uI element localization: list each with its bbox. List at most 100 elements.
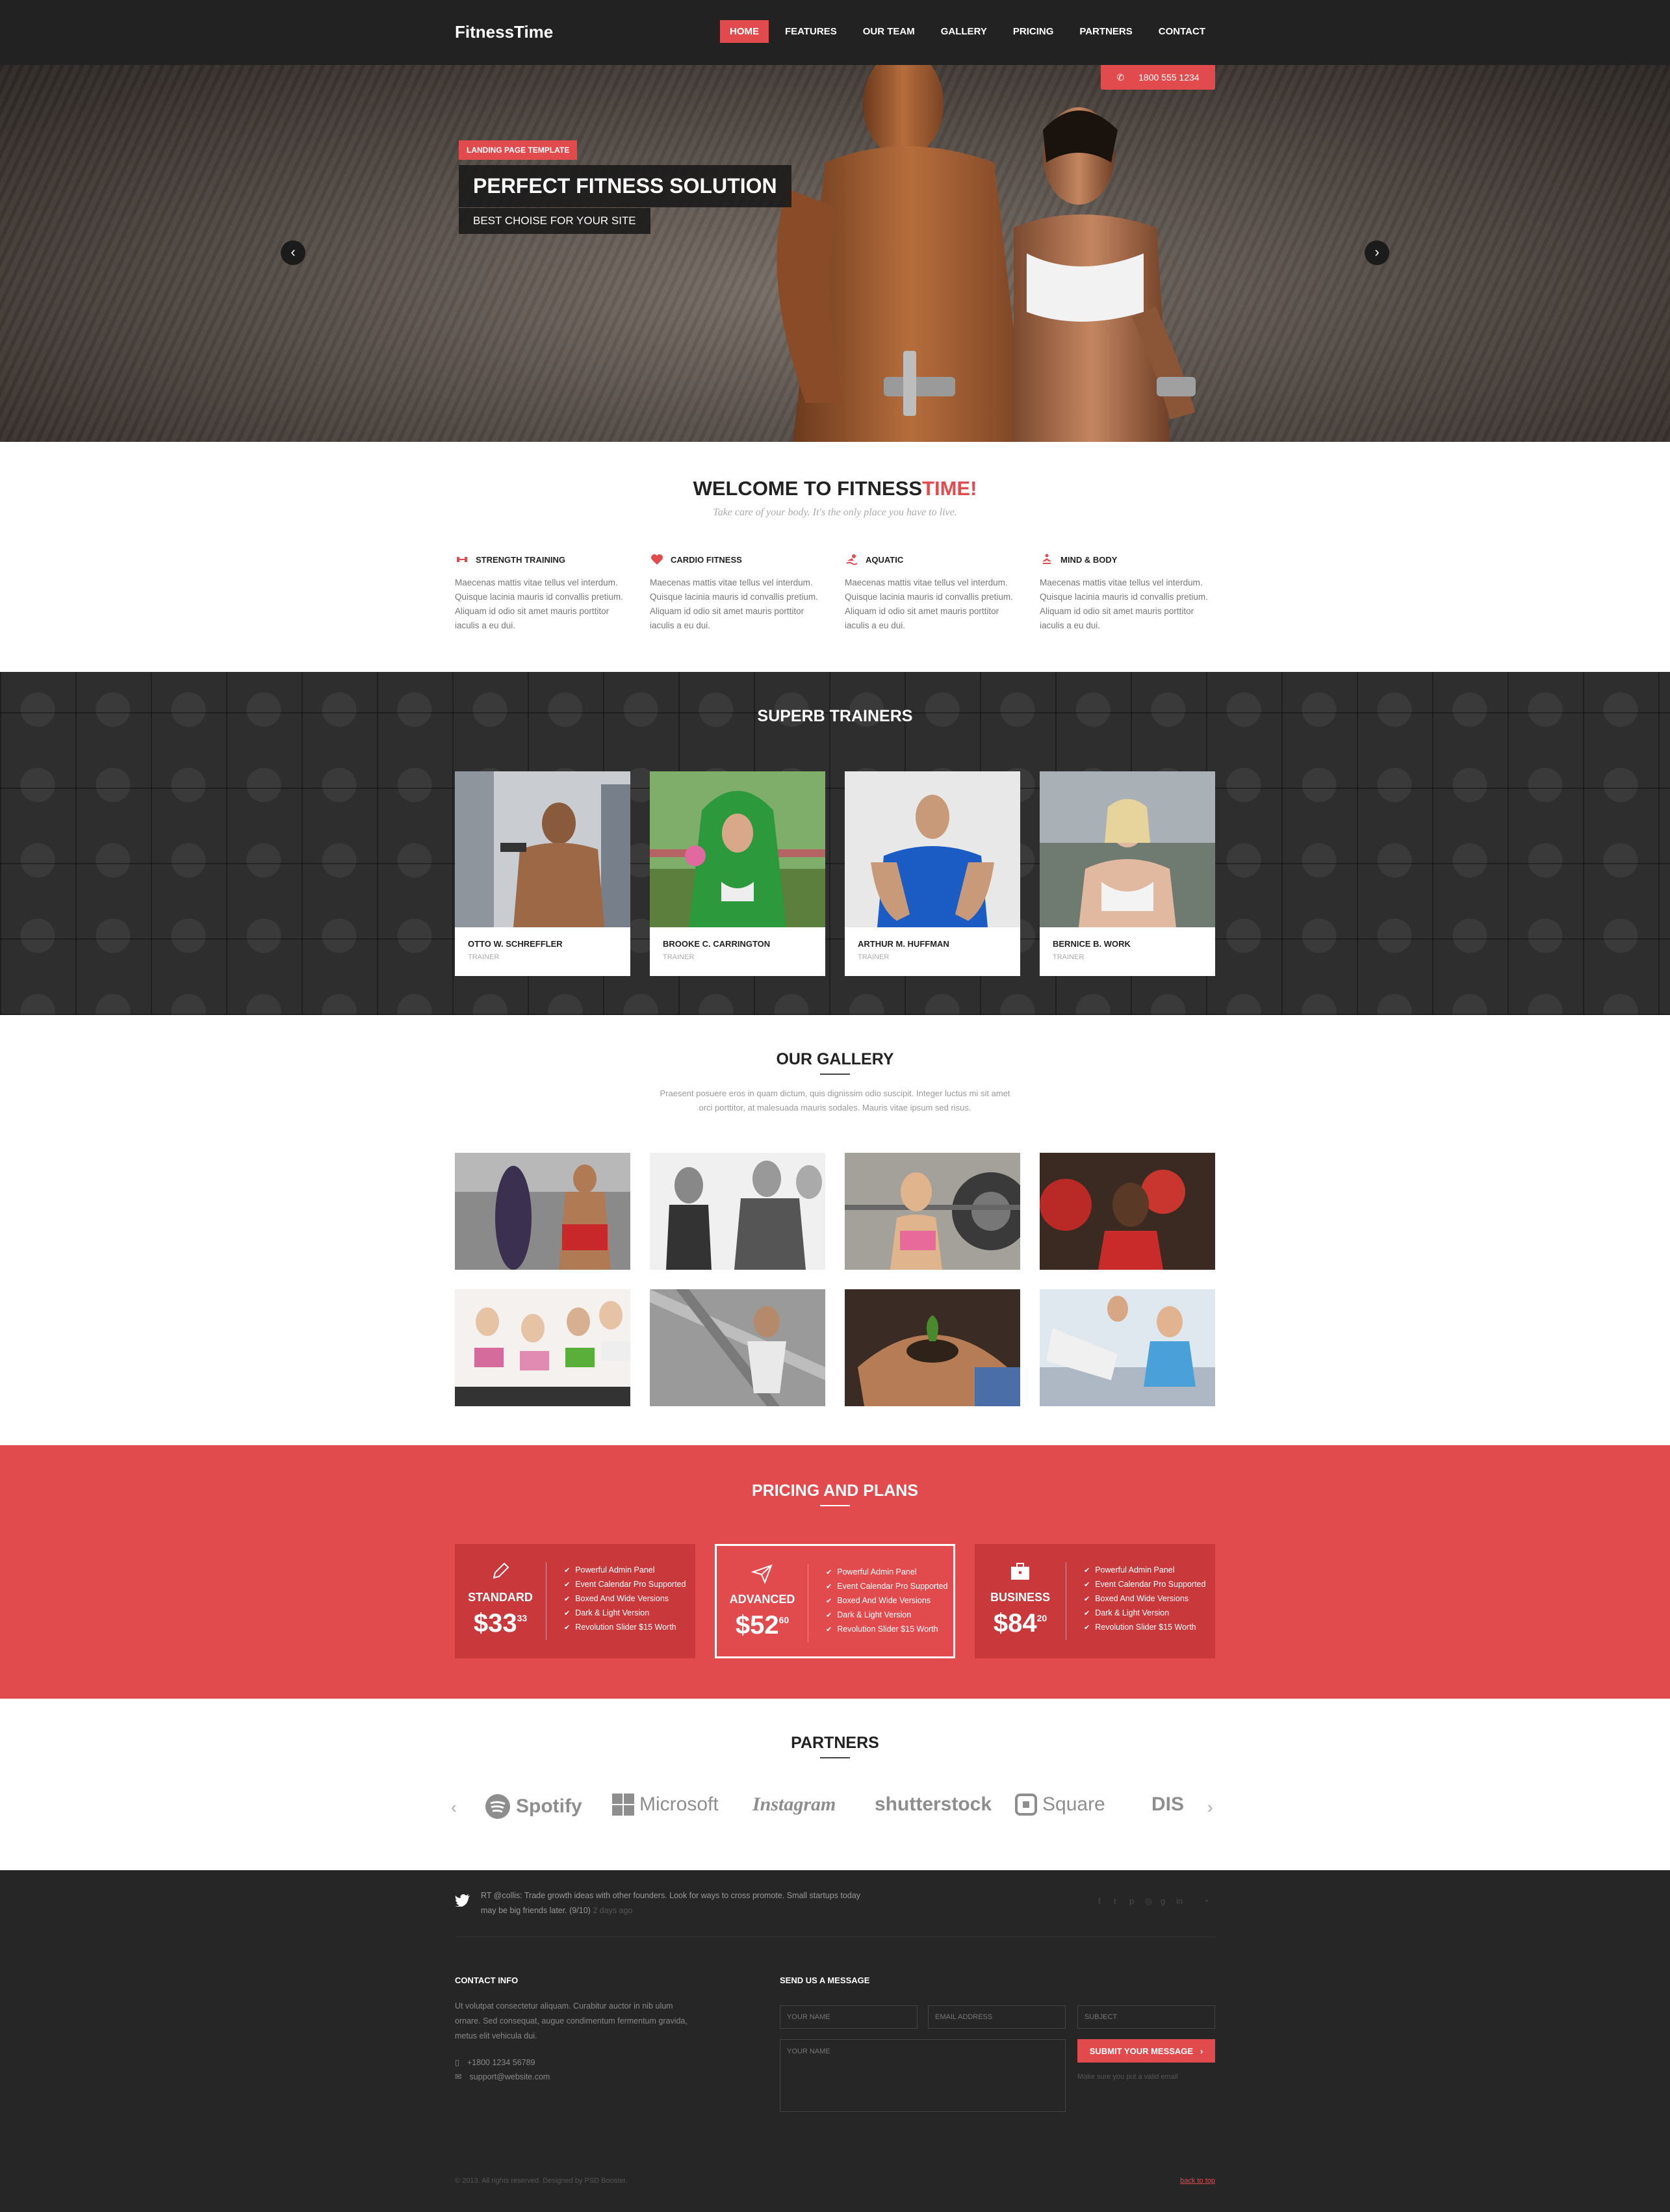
trainer-name: BERNICE B. WORK xyxy=(1053,939,1131,949)
plan-price: $5260 xyxy=(717,1611,808,1640)
form-note: Make sure you put a valid email xyxy=(1077,2073,1178,2081)
tweet-text: RT @collis: Trade growth ideas with othe… xyxy=(481,1891,861,1915)
plan-feature: Dark & Light Version xyxy=(564,1606,686,1621)
feature-title: AQUATIC xyxy=(866,554,904,565)
nav-home[interactable]: HOME xyxy=(720,20,769,43)
plan-price: $3333 xyxy=(455,1609,546,1638)
trainer-card[interactable]: BERNICE B. WORK TRAINER xyxy=(1040,771,1215,976)
heart-icon xyxy=(650,552,664,567)
email-input[interactable] xyxy=(928,2005,1066,2029)
feature-text: Maecenas mattis vitae tellus vel interdu… xyxy=(650,578,818,630)
submit-message-button[interactable]: SUBMIT YOUR MESSAGE › xyxy=(1077,2039,1215,2063)
gallery-image[interactable] xyxy=(455,1289,630,1406)
pinterest-icon[interactable]: p xyxy=(1129,1896,1134,1906)
hero-subtitle: BEST CHOISE FOR YOUR SITE xyxy=(459,208,650,234)
trainer-card[interactable]: BROOKE C. CARRINGTON TRAINER xyxy=(650,771,825,976)
partner-logo-shutterstock[interactable]: shutterstock xyxy=(875,1794,992,1816)
contact-info-title: CONTACT INFO xyxy=(455,1975,519,1985)
plan-advanced[interactable]: ADVANCED $5260 Powerful Admin Panel Even… xyxy=(715,1544,955,1658)
back-to-top-link[interactable]: back to top xyxy=(1180,2177,1215,2185)
chevron-left-icon: ‹ xyxy=(451,1797,457,1817)
plan-feature: Powerful Admin Panel xyxy=(826,1565,947,1580)
rss-icon[interactable]: ◔ xyxy=(1203,1896,1209,1906)
chevron-right-icon: › xyxy=(1207,1797,1213,1817)
slider-next-button[interactable]: › xyxy=(1365,240,1389,265)
footer-divider xyxy=(455,1936,1215,1937)
trainer-photo xyxy=(650,771,825,927)
partner-name: DIS xyxy=(1151,1794,1185,1815)
plan-feature: Boxed And Wide Versions xyxy=(1084,1592,1205,1606)
gallery-image[interactable] xyxy=(845,1153,1020,1270)
slider-prev-button[interactable]: ‹ xyxy=(281,240,305,265)
nav-contact[interactable]: CONTACT xyxy=(1149,20,1215,43)
feature-text: Maecenas mattis vitae tellus vel interdu… xyxy=(1040,578,1208,630)
gallery-image[interactable] xyxy=(455,1153,630,1270)
windows-icon xyxy=(612,1794,634,1816)
linkedin-icon[interactable]: in xyxy=(1176,1896,1183,1906)
trainer-card[interactable]: OTTO W. SCHREFFLER TRAINER xyxy=(455,771,630,976)
phone-badge[interactable]: ✆ 1800 555 1234 xyxy=(1101,65,1215,90)
gallery-image[interactable] xyxy=(845,1289,1020,1406)
feature-mind-body: MIND & BODY Maecenas mattis vitae tellus… xyxy=(1040,552,1215,633)
plan-price: $8420 xyxy=(975,1609,1066,1638)
gallery-description: Praesent posuere eros in quam dictum, qu… xyxy=(660,1088,1010,1112)
dribbble-icon[interactable]: ◎ xyxy=(1145,1896,1152,1907)
partner-logo-square[interactable]: Square xyxy=(1015,1794,1105,1816)
nav-features[interactable]: FEATURES xyxy=(775,20,847,43)
trainer-role: TRAINER xyxy=(858,953,890,961)
nav-our-team[interactable]: OUR TEAM xyxy=(853,20,925,43)
gallery-title: OUR GALLERY xyxy=(776,1050,894,1068)
plan-price-dollars: $52 xyxy=(735,1611,779,1640)
plan-name: BUSINESS xyxy=(990,1591,1051,1604)
partner-logo-spotify[interactable]: Spotify xyxy=(485,1794,582,1820)
gallery-image[interactable] xyxy=(650,1153,825,1270)
partners-title: PARTNERS xyxy=(791,1734,879,1752)
plan-price-dollars: $33 xyxy=(473,1609,517,1638)
gallery-image[interactable] xyxy=(650,1289,825,1406)
partner-name: Square xyxy=(1042,1794,1105,1815)
feature-aquatic: AQUATIC Maecenas mattis vitae tellus vel… xyxy=(845,552,1020,633)
partners-prev-button[interactable]: ‹ xyxy=(451,1797,457,1818)
partner-logo-microsoft[interactable]: Microsoft xyxy=(612,1794,719,1816)
lotus-icon xyxy=(1040,552,1054,567)
name-input[interactable] xyxy=(780,2005,918,2029)
partner-logo-dis[interactable]: DIS xyxy=(1151,1794,1188,1816)
partners-next-button[interactable]: › xyxy=(1207,1797,1213,1818)
plan-feature: Revolution Slider $15 Worth xyxy=(1084,1621,1205,1635)
plan-name: ADVANCED xyxy=(729,1593,795,1606)
subject-input[interactable] xyxy=(1077,2005,1215,2029)
message-textarea[interactable] xyxy=(780,2039,1066,2112)
square-icon xyxy=(1015,1794,1037,1816)
nav-pricing[interactable]: PRICING xyxy=(1003,20,1064,43)
plan-standard[interactable]: STANDARD $3333 Powerful Admin Panel Even… xyxy=(455,1544,695,1658)
partner-logo-instagram[interactable]: Instagram xyxy=(752,1794,836,1816)
plan-feature: Event Calendar Pro Supported xyxy=(564,1578,686,1592)
trainer-card[interactable]: ARTHUR M. HUFFMAN TRAINER xyxy=(845,771,1020,976)
briefcase-icon xyxy=(1011,1563,1029,1580)
twitter-icon[interactable]: t xyxy=(1114,1896,1116,1906)
feature-text: Maecenas mattis vitae tellus vel interdu… xyxy=(845,578,1013,630)
feature-title: CARDIO FITNESS xyxy=(671,554,742,565)
contact-email[interactable]: ✉ support@website.com xyxy=(455,2072,550,2082)
gallery-image[interactable] xyxy=(1040,1289,1215,1406)
trainers-title: SUPERB TRAINERS xyxy=(757,707,913,725)
trainer-role: TRAINER xyxy=(468,953,500,961)
trainer-photo xyxy=(845,771,1020,927)
facebook-icon[interactable]: f xyxy=(1098,1896,1101,1906)
logo[interactable]: FitnessTime xyxy=(455,22,553,42)
plan-feature: Powerful Admin Panel xyxy=(1084,1563,1205,1578)
plan-business[interactable]: BUSINESS $8420 Powerful Admin Panel Even… xyxy=(975,1544,1215,1658)
trainer-photo xyxy=(455,771,630,927)
gallery-title-underline xyxy=(820,1074,850,1075)
gallery-image[interactable] xyxy=(1040,1153,1215,1270)
dumbbell-icon xyxy=(455,552,469,567)
partner-name: Microsoft xyxy=(639,1794,719,1815)
plan-feature: Dark & Light Version xyxy=(1084,1606,1205,1621)
plan-summary: ADVANCED $5260 xyxy=(717,1546,808,1656)
feature-cardio: CARDIO FITNESS Maecenas mattis vitae tel… xyxy=(650,552,825,633)
plan-feature: Boxed And Wide Versions xyxy=(826,1594,947,1608)
nav-gallery[interactable]: GALLERY xyxy=(931,20,997,43)
partner-name: Spotify xyxy=(516,1795,582,1817)
google-plus-icon[interactable]: g xyxy=(1161,1896,1165,1906)
nav-partners[interactable]: PARTNERS xyxy=(1070,20,1142,43)
